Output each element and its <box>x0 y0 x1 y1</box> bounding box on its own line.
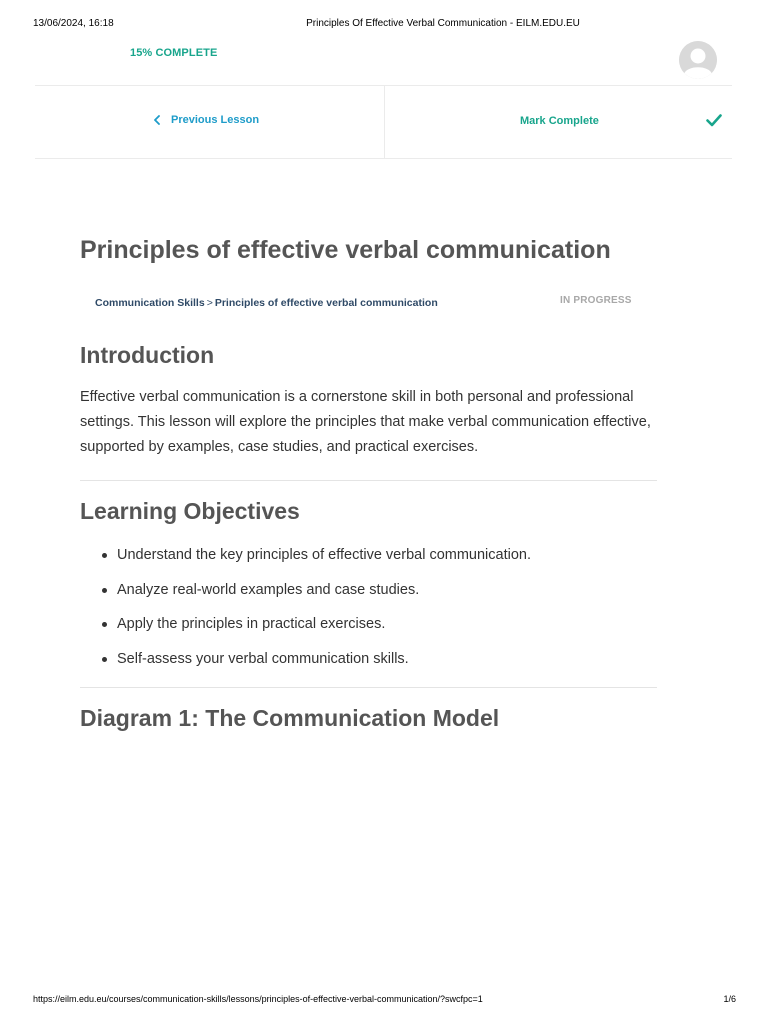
list-item-text: Understand the key principles of effecti… <box>117 547 532 563</box>
course-progress-label: 15% COMPLETE <box>130 47 218 59</box>
bullet-icon <box>102 656 107 662</box>
introduction-paragraph: Effective verbal communication is a corn… <box>80 389 651 455</box>
previous-lesson-link[interactable]: Previous Lesson <box>153 110 259 130</box>
print-url: https://eilm.edu.eu/courses/communicatio… <box>33 994 483 1004</box>
previous-lesson-label: Previous Lesson <box>171 114 260 126</box>
user-avatar[interactable] <box>679 41 717 79</box>
checkmark-icon[interactable] <box>706 113 722 127</box>
lesson-status-badge: IN PROGRESS <box>560 295 632 306</box>
list-item: Analyze real-world examples and case stu… <box>80 580 658 615</box>
breadcrumb-lesson-link[interactable]: Principles of effective verbal communica… <box>215 297 438 309</box>
section-divider <box>80 480 657 481</box>
breadcrumb-separator: > <box>206 297 213 309</box>
list-item: Understand the key principles of effecti… <box>80 545 658 580</box>
bullet-icon <box>102 622 107 627</box>
avatar-icon <box>679 41 717 79</box>
list-item-text: Analyze real-world examples and case stu… <box>117 581 420 598</box>
print-footer: https://eilm.edu.eu/courses/communicatio… <box>0 994 768 1008</box>
mark-complete-label: Mark Complete <box>520 115 599 127</box>
nav-divider <box>384 86 385 158</box>
breadcrumb-course-link[interactable]: Communication Skills <box>95 297 205 309</box>
list-item: Apply the principles in practical exerci… <box>80 614 658 649</box>
chevron-left-icon <box>154 115 160 125</box>
introduction-heading: Introduction <box>80 342 215 368</box>
breadcrumb: Communication Skills > Principles of effec… <box>95 297 438 309</box>
list-item-text: Self-assess your verbal communication sk… <box>117 650 409 667</box>
bullet-icon <box>102 553 107 558</box>
print-page-number: 1/6 <box>723 994 736 1004</box>
lesson-title: Principles of effective verbal communica… <box>80 236 611 264</box>
lesson-navigation: Previous Lesson Mark Complete <box>35 85 732 159</box>
list-item-text: Apply the principles in practical exerci… <box>117 616 386 632</box>
learning-objectives-heading: Learning Objectives <box>80 498 300 524</box>
print-header: 13/06/2024, 16:18 Principles Of Effectiv… <box>0 18 768 32</box>
list-item: Self-assess your verbal communication sk… <box>80 649 658 684</box>
learning-objectives-list: Understand the key principles of effecti… <box>80 545 658 683</box>
print-page-title: Principles Of Effective Verbal Communica… <box>306 18 580 29</box>
section-divider <box>80 687 657 688</box>
diagram-heading: Diagram 1: The Communication Model <box>80 705 500 731</box>
bullet-icon <box>102 587 107 593</box>
mark-complete-button[interactable]: Mark Complete <box>520 111 599 131</box>
